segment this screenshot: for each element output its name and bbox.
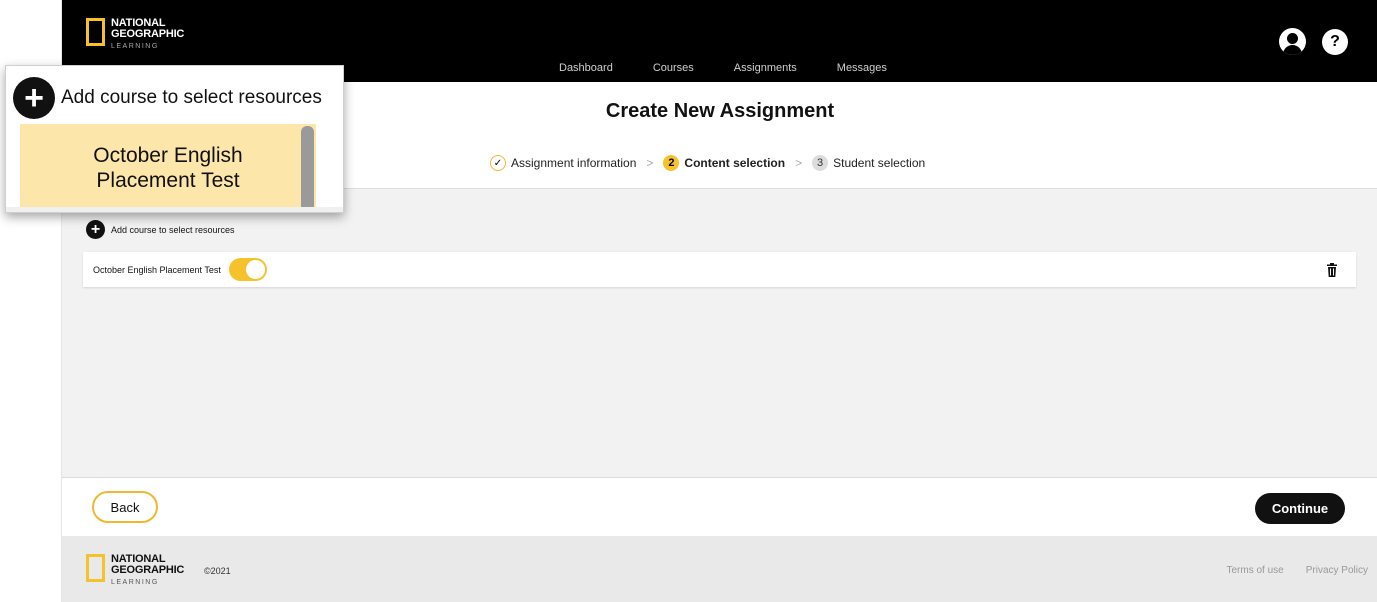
nav-assignments[interactable]: Assignments [734,62,797,74]
logo-line3: LEARNING [111,579,159,586]
plus-circle-icon: + [86,220,105,239]
step-3-number: 3 [812,155,829,171]
zoom-scrollbar[interactable] [301,126,314,212]
course-toggle[interactable] [228,258,267,281]
main-nav: Dashboard Courses Assignments Messages [559,62,887,74]
footer-links: Terms of use Privacy Policy [1227,565,1369,576]
trash-icon[interactable] [1326,263,1338,277]
zoom-add-course-button[interactable]: + Add course to select resources [13,77,322,119]
user-avatar-icon[interactable] [1279,28,1306,55]
step-progress: ✓ Assignment information > 2 Content sel… [490,155,925,171]
nav-courses[interactable]: Courses [653,62,694,74]
zoom-course-name-line2: Placement Test [96,169,240,192]
step-2-number: 2 [663,155,680,171]
nav-dashboard[interactable]: Dashboard [559,62,613,74]
course-name: October English Placement Test [93,264,221,275]
zoom-callout: + Add course to select resources October… [5,65,344,213]
step-1-check-icon: ✓ [490,155,506,171]
step-2-label: Content selection [684,156,786,170]
footer-logo: NATIONAL GEOGRAPHIC LEARNING [86,554,184,588]
zoom-course-name-line1: October English [93,144,243,167]
logo-line3: LEARNING [111,43,159,50]
logo-yellow-border [86,18,105,46]
plus-circle-icon: + [13,77,55,119]
zoom-course-item[interactable]: October English Placement Test [20,124,316,212]
toggle-knob [245,260,265,279]
copyright-text: ©2021 [204,566,231,576]
step-1-label[interactable]: Assignment information [511,156,636,170]
brand-logo[interactable]: NATIONAL GEOGRAPHIC LEARNING [86,18,184,52]
back-button[interactable]: Back [92,491,158,523]
course-row: October English Placement Test [83,252,1356,287]
add-course-label: Add course to select resources [111,224,235,235]
continue-button[interactable]: Continue [1255,493,1345,524]
footer: NATIONAL GEOGRAPHIC LEARNING ©2021 Terms… [62,536,1377,602]
logo-line2: GEOGRAPHIC [111,564,185,576]
add-course-button[interactable]: + Add course to select resources [86,220,235,239]
step-3-label: Student selection [833,156,926,170]
step-separator-icon: > [646,156,654,170]
terms-of-use-link[interactable]: Terms of use [1227,565,1284,576]
privacy-policy-link[interactable]: Privacy Policy [1306,565,1368,576]
logo-yellow-border [86,554,105,582]
nav-messages[interactable]: Messages [837,62,887,74]
zoom-add-course-label: Add course to select resources [61,87,322,108]
step-separator-icon: > [795,156,803,170]
action-bar: Back Continue [62,477,1377,537]
logo-line2: GEOGRAPHIC [111,28,185,40]
help-icon[interactable]: ? [1322,29,1348,55]
